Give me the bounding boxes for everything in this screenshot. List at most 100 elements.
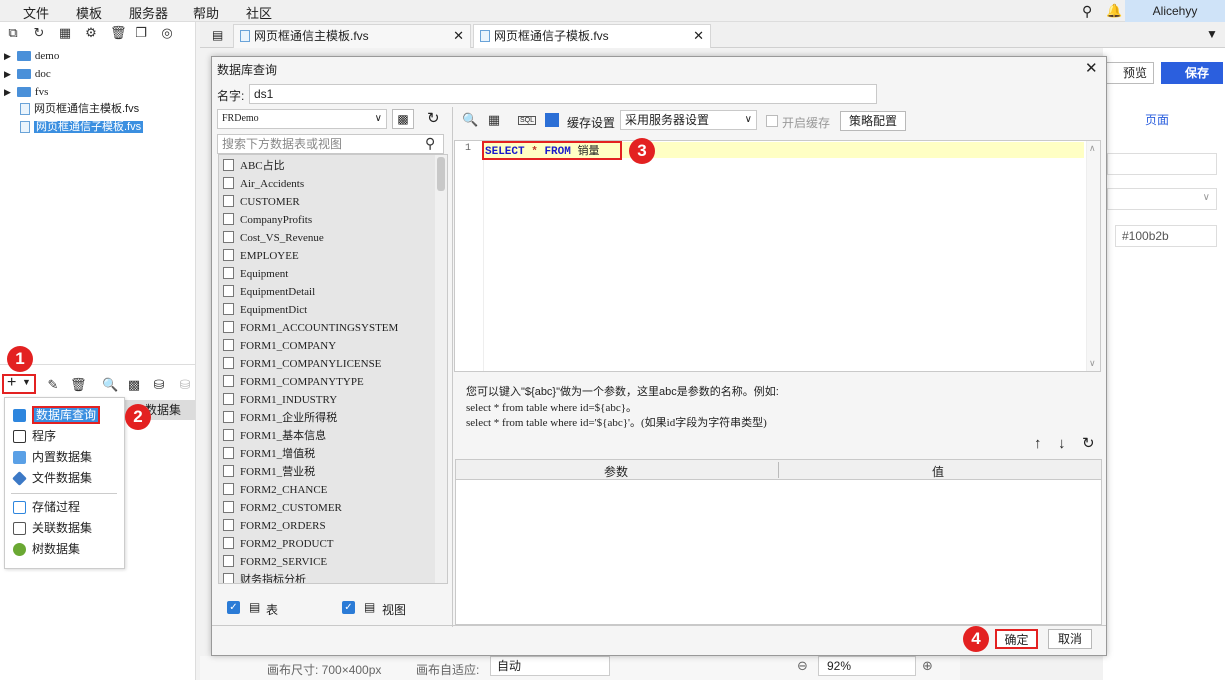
delete-dataset-icon[interactable]: 🗑 (70, 378, 87, 392)
new-folder-icon[interactable]: ⧉ (6, 26, 20, 40)
chevron-right-icon[interactable]: ▶ (4, 87, 11, 97)
table-list-item[interactable]: FORM2_ORDERS (223, 517, 326, 535)
table-list-item[interactable]: FORM2_CHANCE (223, 481, 327, 499)
menu-community[interactable]: 社区 (246, 3, 272, 22)
search-icon[interactable]: ⚲ (1082, 3, 1092, 20)
table-list-item[interactable]: 财务指标分析 (223, 571, 306, 583)
strategy-button[interactable]: 策略配置 (840, 111, 906, 131)
connection-select[interactable]: FRDemo ∨ (217, 109, 387, 129)
sql-text[interactable]: SELECT * FROM 销量 (482, 141, 622, 160)
edit-connection-button[interactable]: ▩ (392, 109, 414, 129)
bell-icon[interactable]: 🔔 (1106, 3, 1122, 19)
sql-editor[interactable]: 1 SELECT * FROM 销量 ∧ ∨ (454, 140, 1101, 372)
preview-button[interactable]: 预览 (1104, 62, 1154, 84)
tab-sub-template[interactable]: 网页框通信子模板.fvs ✕ (473, 24, 711, 48)
tree-item-sub-template[interactable]: 网页框通信子模板.fvs (20, 119, 144, 136)
tree-item-fvs[interactable]: ▶ fvs (4, 84, 48, 101)
add-dataset-button[interactable]: + ▼ (2, 374, 36, 394)
preview-dataset-icon[interactable]: 🔍 (102, 378, 118, 392)
show-table-checkbox[interactable]: ✓ (227, 601, 240, 614)
table-list-item[interactable]: CompanyProfits (223, 211, 312, 229)
preview-icon[interactable]: 🔍 (462, 113, 478, 127)
enable-cache-checkbox[interactable] (766, 115, 778, 127)
save-button[interactable]: 保存 (1161, 62, 1223, 84)
table-list-item[interactable]: FORM2_PRODUCT (223, 535, 334, 553)
table-list-item[interactable]: FORM1_COMPANYTYPE (223, 373, 364, 391)
refresh-icon[interactable]: ↻ (32, 26, 46, 40)
table-search-input[interactable]: 搜索下方数据表或视图 (217, 134, 444, 154)
table-list-item[interactable]: FORM1_增值税 (223, 445, 315, 463)
table-list-item[interactable]: CUSTOMER (223, 193, 300, 211)
table-list-item[interactable]: FORM2_SERVICE (223, 553, 327, 571)
table-list-item[interactable]: FORM1_COMPANYLICENSE (223, 355, 381, 373)
locate-icon[interactable]: ◎ (160, 26, 174, 40)
menu-server[interactable]: 服务器 (129, 3, 168, 22)
zoom-in-icon[interactable]: ⊕ (922, 658, 933, 674)
copy-icon[interactable]: ❐ (134, 26, 148, 40)
menu-template[interactable]: 模板 (76, 3, 102, 22)
table-list-item[interactable]: EMPLOYEE (223, 247, 299, 265)
search-icon[interactable]: ⚲ (425, 135, 435, 152)
scrollbar[interactable] (435, 155, 447, 583)
scroll-down-icon[interactable]: ∨ (1089, 358, 1096, 369)
editor-scrollbar[interactable]: ∧ ∨ (1086, 141, 1100, 371)
menu-item-program[interactable]: 程序 (13, 427, 56, 445)
settings-icon[interactable]: ⚙ (84, 26, 98, 40)
table-list-item[interactable]: FORM1_INDUSTRY (223, 391, 337, 409)
name-input[interactable]: ds1 (249, 84, 877, 104)
scrollbar-thumb[interactable] (437, 157, 445, 191)
menu-item-tree[interactable]: 树数据集 (13, 540, 80, 558)
table-list-item[interactable]: Air_Accidents (223, 175, 304, 193)
tab-menu-icon[interactable]: ▤ (212, 28, 223, 42)
delete-icon[interactable]: 🗑 (110, 26, 127, 40)
page-tab[interactable]: 页面 (1145, 111, 1169, 128)
close-icon[interactable]: ✕ (453, 25, 464, 47)
table-list-item[interactable]: FORM1_基本信息 (223, 427, 326, 445)
table-list-item[interactable]: FORM2_CUSTOMER (223, 499, 342, 517)
menu-file[interactable]: 文件 (23, 3, 49, 22)
zoom-select[interactable]: 92% (818, 656, 916, 676)
close-icon[interactable]: ✕ (693, 25, 704, 47)
refresh-params-icon[interactable]: ↻ (1082, 434, 1095, 452)
menu-item-stored-procedure[interactable]: 存储过程 (13, 498, 80, 516)
table-list-item[interactable]: ABC占比 (223, 157, 285, 175)
tree-item-main-template[interactable]: 网页框通信主模板.fvs (20, 101, 139, 118)
move-down-icon[interactable]: ↓ (1058, 435, 1066, 452)
open-icon[interactable]: ▦ (58, 26, 72, 40)
tree-item-demo[interactable]: ▶ demo (4, 48, 59, 65)
color-input[interactable]: #100b2b (1115, 225, 1217, 247)
show-view-checkbox[interactable]: ✓ (342, 601, 355, 614)
table-list-item[interactable]: FORM1_营业税 (223, 463, 315, 481)
scroll-up-icon[interactable]: ∧ (1089, 143, 1096, 154)
menu-item-relation[interactable]: 关联数据集 (13, 519, 92, 537)
table-list-item[interactable]: FORM1_企业所得税 (223, 409, 337, 427)
tree-item-doc[interactable]: ▶ doc (4, 66, 51, 83)
ok-button[interactable]: 确定 (995, 629, 1038, 649)
adapt-select[interactable]: 自动 (490, 656, 610, 676)
table-list-item[interactable]: EquipmentDetail (223, 283, 315, 301)
tab-list-icon[interactable]: ▼ (1206, 27, 1218, 41)
property-select[interactable]: ∨ (1107, 188, 1217, 210)
sql-icon[interactable]: SQL (518, 116, 537, 125)
table-list-item[interactable]: Cost_VS_Revenue (223, 229, 324, 247)
menu-item-file-dataset[interactable]: 文件数据集 (12, 469, 92, 487)
refresh-icon[interactable]: ↻ (427, 109, 440, 127)
print-icon[interactable]: ▦ (487, 113, 501, 127)
panel-divider[interactable] (452, 107, 453, 627)
table-list-item[interactable]: Equipment (223, 265, 288, 283)
user-name[interactable]: Alicehyy (1125, 0, 1225, 22)
close-icon[interactable]: ✕ (1085, 59, 1098, 77)
zoom-out-icon[interactable]: ⊖ (797, 658, 808, 674)
chevron-right-icon[interactable]: ▶ (4, 51, 11, 61)
move-up-icon[interactable]: ↑ (1034, 435, 1042, 452)
edit-icon[interactable]: ✎ (46, 378, 60, 392)
menu-item-db-query[interactable]: 数据库查询 (13, 406, 101, 424)
menu-item-builtin[interactable]: 内置数据集 (13, 448, 92, 466)
dataset-settings-icon[interactable]: ▩ (127, 378, 141, 392)
cancel-button[interactable]: 取消 (1048, 629, 1092, 649)
cache-select[interactable]: 采用服务器设置 ∨ (620, 110, 757, 130)
chevron-right-icon[interactable]: ▶ (4, 69, 11, 79)
server-dataset-icon[interactable]: ⛁ (152, 378, 166, 392)
menu-help[interactable]: 帮助 (193, 3, 219, 22)
property-input[interactable] (1107, 153, 1217, 175)
